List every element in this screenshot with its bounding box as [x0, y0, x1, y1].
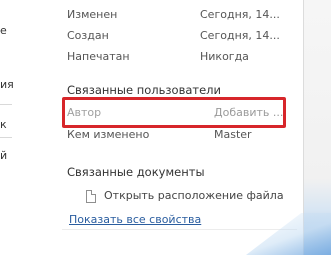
related-documents-title: Связанные документы	[67, 165, 205, 179]
left-panel-divider	[0, 137, 12, 138]
file-icon	[86, 190, 96, 203]
related-people-title: Связанные пользователи	[67, 83, 221, 97]
left-panel-text[interactable]: й	[0, 149, 7, 162]
left-panel-text[interactable]: е	[0, 24, 7, 37]
open-file-location-link[interactable]: Открыть расположение файла	[104, 189, 284, 202]
modified-by-row: Кем изменено Master	[67, 128, 287, 144]
divider	[62, 229, 297, 230]
left-panel-text[interactable]: к	[0, 118, 7, 131]
property-value: Никогда	[200, 50, 249, 63]
left-panel-divider	[0, 104, 12, 105]
show-all-properties-link[interactable]: Показать все свойства	[69, 213, 201, 226]
left-panel-text[interactable]: ия	[0, 78, 14, 91]
property-value: Сегодня, 14...	[200, 29, 280, 42]
property-row-created: Создан Сегодня, 14...	[67, 29, 287, 45]
window-edge	[246, 0, 331, 255]
property-row-modified: Изменен Сегодня, 14...	[67, 8, 287, 24]
property-label: Изменен	[67, 8, 118, 21]
property-label: Напечатан	[67, 50, 130, 63]
modified-by-label: Кем изменено	[67, 128, 150, 141]
property-label: Создан	[67, 29, 109, 42]
author-highlight-frame	[62, 97, 286, 128]
modified-by-value[interactable]: Master	[214, 128, 252, 141]
property-value: Сегодня, 14...	[200, 8, 280, 21]
property-row-printed: Напечатан Никогда	[67, 50, 287, 66]
left-navigation-panel: е ия к й	[0, 0, 15, 255]
